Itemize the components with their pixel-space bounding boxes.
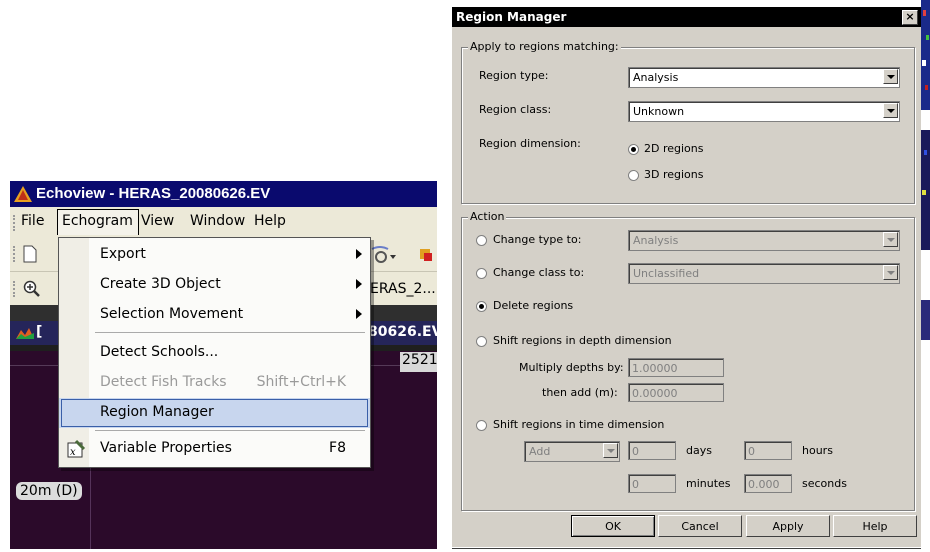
shift-time-label: Shift regions in time dimension [493,418,665,431]
radio-change-type[interactable] [476,235,487,246]
background-echogram-strip [921,0,930,549]
menu-separator [95,430,365,431]
depth-label: 20m (D) [16,482,82,500]
change-class-select[interactable]: Unclassified [628,263,900,284]
then-add-input[interactable]: 0.00000 [628,383,724,402]
change-class-label: Change class to: [493,266,585,279]
new-file-icon[interactable] [23,245,37,263]
menu-item-detect-fish-tracks: Detect Fish Tracks Shift+Ctrl+K [100,374,346,390]
menu-window[interactable]: Window [190,213,245,229]
color-tool-icon[interactable] [418,245,434,263]
menu-echogram[interactable]: Echogram [62,213,133,229]
multiply-depths-input[interactable]: 1.00000 [628,358,724,377]
multiply-depths-label: Multiply depths by: [519,361,624,374]
menubar-grip [13,215,17,231]
menu-file[interactable]: File [21,213,44,229]
echoview-app-icon [14,186,32,202]
menubar: File Echogram View Window Help [10,207,437,237]
hours-label: hours [802,444,833,457]
echogram-icon [16,328,34,339]
region-manager-dialog: Region Manager × Apply to regions matchi… [451,6,923,548]
radio-shift-time[interactable] [476,420,487,431]
detect-tool-icon[interactable] [370,243,398,265]
menu-item-selection-movement[interactable]: Selection Movement [59,300,370,330]
chevron-down-icon[interactable] [883,69,898,84]
toolbar-file-text: ERAS_2... [370,281,436,297]
zoom-in-icon[interactable] [23,280,41,298]
menu-item-detect-schools[interactable]: Detect Schools... [59,338,370,368]
apply-button[interactable]: Apply [746,515,830,537]
radio-2d-regions[interactable] [628,144,639,155]
echogram-child-title: 80626.EV [368,324,437,340]
region-class-label: Region class: [479,103,552,116]
region-type-label: Region type: [479,69,549,82]
echoview-titlebar: Echoview - HERAS_20080626.EV [10,181,437,207]
apply-to-regions-group: Apply to regions matching: Region type: … [461,40,915,204]
radio-delete-regions[interactable] [476,301,487,312]
svg-text:x: x [70,447,76,458]
time-op-select[interactable]: Add [524,441,620,462]
dialog-title: Region Manager [456,10,567,24]
minutes-label: minutes [686,477,731,490]
dialog-titlebar: Region Manager × [452,7,922,27]
chevron-down-icon[interactable] [883,232,898,247]
delete-regions-label: Delete regions [493,299,574,312]
shift-depth-label: Shift regions in depth dimension [493,334,672,347]
submenu-arrow-icon [356,279,362,289]
region-type-select[interactable]: Analysis [628,67,900,88]
hours-input[interactable]: 0 [744,441,792,460]
menu-item-export[interactable]: Export [59,240,370,270]
help-button[interactable]: Help [833,515,917,537]
days-input[interactable]: 0 [628,441,676,460]
echoview-window: Echoview - HERAS_20080626.EV File Echogr… [10,181,437,549]
variable-properties-icon: x [67,439,86,458]
radio-3d-regions[interactable] [628,170,639,181]
dim-3d-label: 3D regions [644,168,704,181]
change-type-label: Change type to: [493,233,582,246]
background-noise-graphic [921,0,930,340]
chevron-down-icon[interactable] [603,443,618,458]
window-title: Echoview - HERAS_20080626.EV [36,185,271,202]
submenu-arrow-icon [356,309,362,319]
apply-group-title: Apply to regions matching: [468,40,621,53]
ping-number-label: 2521 [400,352,437,372]
region-class-select[interactable]: Unknown [628,101,900,122]
change-type-select[interactable]: Analysis [628,230,900,251]
menu-separator [95,332,365,333]
then-add-label: then add (m): [542,386,618,399]
ok-button[interactable]: OK [571,515,655,537]
toolbar-grip [13,246,17,262]
menu-item-region-manager[interactable]: Region Manager [59,398,370,428]
close-icon[interactable]: × [902,10,918,25]
cancel-button[interactable]: Cancel [658,515,742,537]
action-group: Action Change type to: Analysis Change c… [461,210,915,511]
menu-help[interactable]: Help [254,213,286,229]
dim-2d-label: 2D regions [644,142,704,155]
minutes-input[interactable]: 0 [628,474,676,493]
menu-item-create-3d-object[interactable]: Create 3D Object [59,270,370,300]
radio-shift-depth[interactable] [476,336,487,347]
region-dimension-label: Region dimension: [479,137,581,150]
chevron-down-icon[interactable] [883,265,898,280]
action-group-title: Action [468,210,507,223]
chevron-down-icon[interactable] [883,103,898,118]
menu-item-variable-properties[interactable]: x Variable Properties F8 [59,434,370,464]
seconds-input[interactable]: 0.000 [744,474,792,493]
seconds-label: seconds [802,477,847,490]
submenu-arrow-icon [356,249,362,259]
radio-change-class[interactable] [476,268,487,279]
echogram-menu: Export Create 3D Object Selection Moveme… [58,237,371,468]
menu-view[interactable]: View [141,213,174,229]
days-label: days [686,444,712,457]
toolbar-grip [13,281,17,297]
